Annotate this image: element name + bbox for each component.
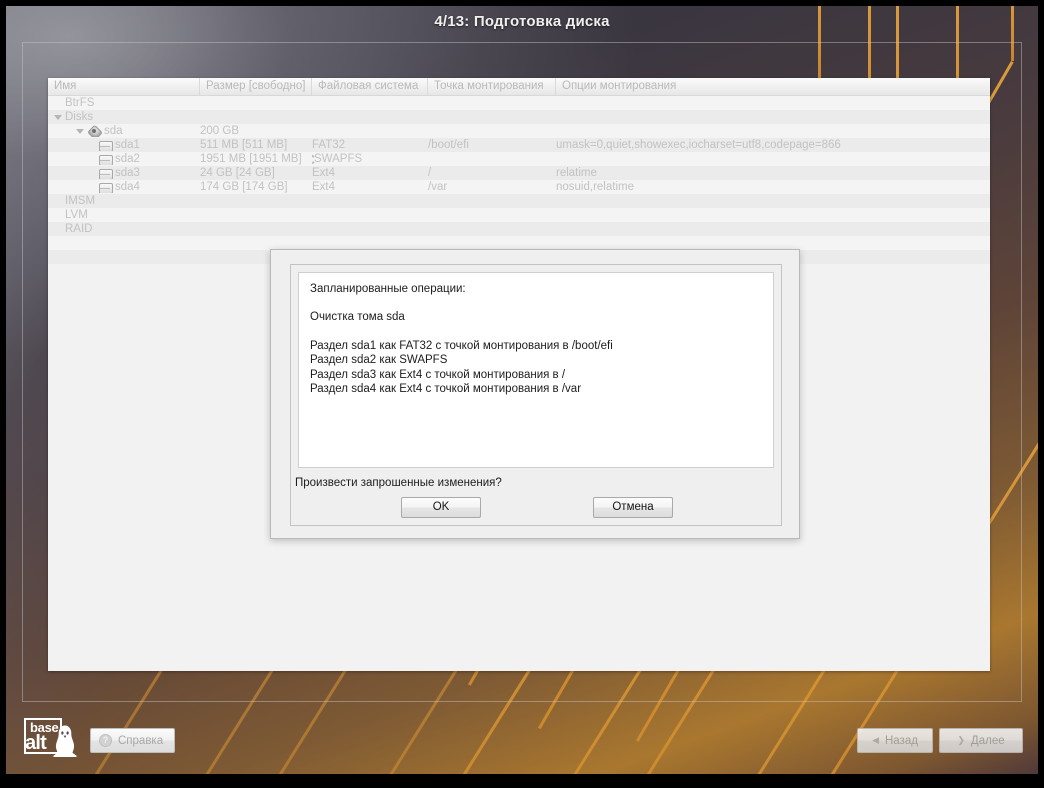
cell-name: BtrFS [48,97,200,109]
operations-line: Раздел sda1 как FAT32 с точкой монтирова… [310,339,762,353]
help-button-label: Справка [118,735,163,747]
cell-size: 174 GB [174 GB] [200,181,312,193]
table-row[interactable]: sda1 511 MB [511 MB]FAT32/boot/efiumask=0… [48,138,990,152]
table-row[interactable]: sda4 174 GB [174 GB]Ext4/varnosuid,relati… [48,180,990,194]
question-mark-icon: ? [99,734,112,747]
ok-button[interactable]: OK [401,497,481,518]
planned-operations-textbox: Запланированные операции: Очистка тома sd… [298,272,774,468]
cell-name: Disks [48,111,200,123]
cell-name: sda2 [48,153,200,165]
cell-filesystem: FAT32 [312,139,428,151]
penguin-icon [52,724,78,758]
filesystem-label: SWAPFS [314,153,362,165]
confirm-operations-dialog: Запланированные операции: Очистка тома sd… [270,249,800,539]
cell-filesystem: Ext4 [312,167,428,179]
logo-text-alt: alt [25,732,46,755]
dialog-button-row: OK Отмена [291,497,783,518]
cell-name: sda4 [48,181,200,193]
page-title: 4/13: Подготовка диска [0,13,1044,30]
cell-name: RAID [48,223,200,235]
partition-icon [98,154,112,165]
operations-blank-line [310,296,762,310]
cell-mountpoint: /boot/efi [428,139,556,151]
operations-line: Очистка тома sda [310,310,762,324]
cell-size: 1951 MB [1951 MB] [200,153,312,165]
table-row[interactable]: sda2 1951 MB [1951 MB]SWAPFS [48,152,990,166]
cell-name: sda [48,125,200,137]
chevron-right-icon: ❯ [957,735,965,746]
back-button-label: Назад [885,735,918,747]
column-header-5[interactable]: Опции монтирования [556,78,990,95]
operations-blank-line [310,325,762,339]
partition-icon [98,182,112,193]
next-button[interactable]: ❯ Далее [939,728,1023,753]
cell-filesystem: Ext4 [312,181,428,193]
row-label: RAID [65,223,92,235]
table-header: ИмяРазмер [свободно]Файловая системаТочк… [48,78,990,96]
filesystem-label: Ext4 [312,167,335,179]
column-header-2[interactable]: Размер [свободно] [200,78,312,95]
chevron-down-icon[interactable] [54,115,62,120]
confirm-question-label: Произвести запрошенные изменения? [295,477,502,489]
operations-line: Раздел sda4 как Ext4 с точкой монтирован… [310,382,762,396]
cell-mountpoint: /var [428,181,556,193]
installer-screen: 4/13: Подготовка диска ИмяРазмер [свобод… [0,0,1044,788]
row-label: sda1 [115,139,140,151]
operations-line: Запланированные операции: [310,282,762,296]
table-row[interactable] [48,236,990,250]
cell-size: 511 MB [511 MB] [200,139,312,151]
cell-size: 200 GB [200,125,312,137]
row-label: IMSM [65,195,95,207]
row-label: LVM [65,209,88,221]
table-row[interactable]: RAID [48,222,990,236]
row-label: sda4 [115,181,140,193]
cell-size: 24 GB [24 GB] [200,167,312,179]
partition-tree[interactable]: BtrFS Disks sda 200 GB sda1 511 MB [511 MB]FA… [48,96,990,264]
row-label: sda [104,125,123,137]
cell-mountoptions: umask=0,quiet,showexec,iocharset=utf8,co… [556,139,990,151]
chevron-left-icon: ◀ [872,735,879,746]
table-row[interactable]: Disks [48,110,990,124]
help-button[interactable]: ? Справка [90,728,175,753]
cell-name: LVM [48,209,200,221]
row-label: sda2 [115,153,140,165]
cell-filesystem: SWAPFS [312,153,428,165]
cancel-button[interactable]: Отмена [593,497,673,518]
cell-mountpoint: / [428,167,556,179]
cell-mountoptions: nosuid,relatime [556,181,990,193]
table-row[interactable]: BtrFS [48,96,990,110]
chevron-down-icon[interactable] [76,129,84,134]
row-label: sda3 [115,167,140,179]
dialog-inner-frame: Запланированные операции: Очистка тома sd… [290,264,782,526]
filesystem-label: FAT32 [312,139,345,151]
basealt-logo: base alt [22,716,86,762]
column-header-3[interactable]: Файловая система [312,78,428,95]
partition-icon [98,140,112,151]
disk-icon [87,126,101,137]
table-row[interactable]: IMSM [48,194,990,208]
cell-name: sda3 [48,167,200,179]
row-label: Disks [65,111,93,123]
operations-line: Раздел sda3 как Ext4 с точкой монтирован… [310,368,762,382]
back-button[interactable]: ◀ Назад [857,728,933,753]
column-header-1[interactable]: Имя [48,78,200,95]
table-row[interactable]: sda3 24 GB [24 GB]Ext4 /relatime [48,166,990,180]
operations-line: Раздел sda2 как SWAPFS [310,353,762,367]
table-row[interactable]: sda 200 GB [48,124,990,138]
filesystem-label: Ext4 [312,181,335,193]
partition-icon [98,168,112,179]
row-label: BtrFS [65,97,94,109]
cell-mountoptions: relatime [556,167,990,179]
column-header-4[interactable]: Точка монтирования [428,78,556,95]
next-button-label: Далее [971,735,1005,747]
table-row[interactable]: LVM [48,208,990,222]
cell-name: sda1 [48,139,200,151]
cell-name: IMSM [48,195,200,207]
